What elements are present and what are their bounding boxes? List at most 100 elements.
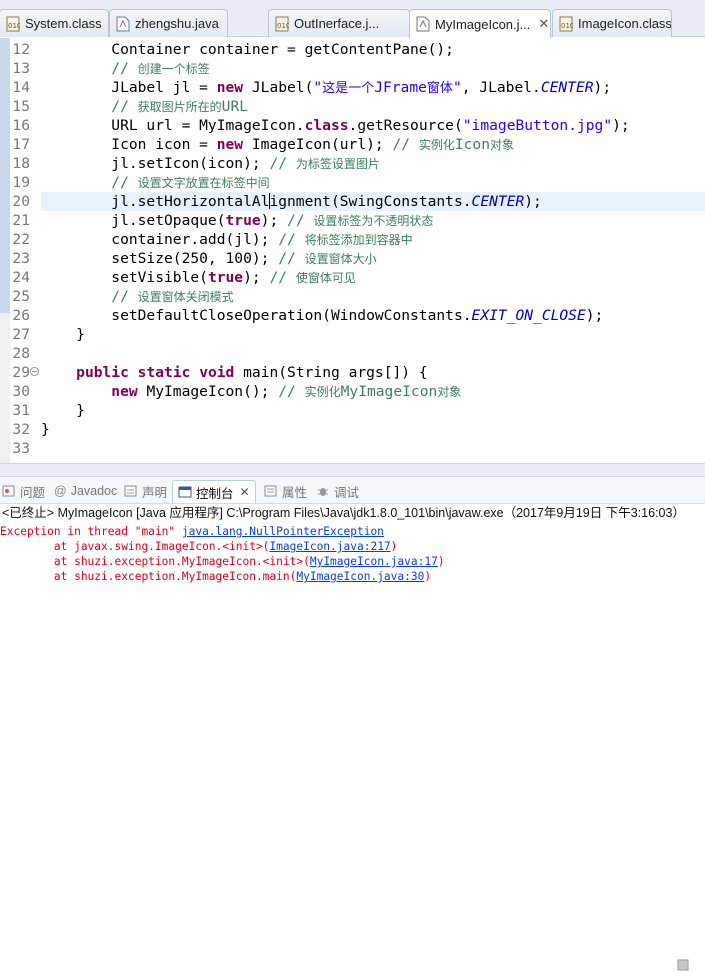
- tab-console[interactable]: 控制台 ✕: [172, 480, 256, 503]
- fold-toggle-icon[interactable]: −: [30, 367, 39, 376]
- error-text: ): [424, 570, 432, 583]
- java-file-icon: [416, 16, 430, 32]
- code-text: jl.setOpaque(true); // 设置标签为不透明状态: [41, 211, 433, 231]
- svg-text:010: 010: [561, 22, 573, 30]
- code-token: , JLabel.: [461, 79, 541, 96]
- panel-tab-bar: 问题 @ Javadoc 声明 控制台 ✕ 属性 调试: [0, 477, 705, 971]
- code-token: new: [111, 383, 138, 400]
- tab-outinerface[interactable]: 010 OutInerface.j...: [268, 9, 410, 37]
- problems-icon: [2, 485, 15, 497]
- java-file-icon: [116, 16, 130, 31]
- tab-label: Javadoc: [70, 484, 118, 498]
- stop-icon[interactable]: [677, 958, 689, 971]
- tab-system-class[interactable]: 010 System.class: [0, 9, 109, 37]
- line-number: 23: [12, 250, 30, 267]
- tab-javadoc[interactable]: @ Javadoc: [54, 481, 117, 501]
- tab-properties[interactable]: 属性: [264, 481, 307, 501]
- stacktrace-link[interactable]: MyImageIcon.java:30: [296, 570, 424, 583]
- close-icon[interactable]: ✕: [240, 485, 250, 499]
- code-token: URL url = MyImageIcon.: [41, 117, 305, 134]
- stacktrace-link[interactable]: MyImageIcon.java:17: [310, 555, 438, 568]
- code-token: //: [278, 383, 305, 400]
- code-token: 设置标签为不透明状态: [313, 214, 434, 228]
- code-token: 对象: [437, 385, 462, 399]
- code-token: ": [313, 79, 323, 96]
- code-token: true: [207, 269, 244, 286]
- tab-label: 声明: [142, 485, 168, 500]
- code-token: MyImageIcon: [340, 383, 438, 400]
- code-token: JFrame: [374, 79, 427, 96]
- line-number: 17: [12, 136, 30, 153]
- code-token: 使窗体可见: [295, 271, 356, 285]
- line-number: 24: [12, 269, 30, 286]
- console-line: at shuzi.exception.MyImageIcon.<init>(My…: [0, 554, 705, 569]
- console-output[interactable]: Exception in thread "main" java.lang.Nul…: [0, 524, 705, 584]
- line-number: 29: [12, 364, 30, 381]
- code-text: jl.setHorizontalAlignment(SwingConstants…: [41, 192, 542, 211]
- line-number: 15: [12, 98, 30, 115]
- declaration-icon: [124, 485, 137, 497]
- line-number: 13: [12, 60, 30, 77]
- debug-icon: [318, 488, 328, 496]
- code-text: setVisible(true); // 使窗体可见: [41, 268, 356, 288]
- code-text: }: [41, 325, 85, 344]
- console-line: at javax.swing.ImageIcon.<init>(ImageIco…: [0, 539, 705, 554]
- code-text: // 设置文字放置在标签中间: [41, 173, 269, 193]
- error-text: Exception in thread "main": [0, 525, 182, 538]
- code-token: );: [585, 307, 604, 324]
- code-token: public: [76, 364, 129, 381]
- code-token: //: [111, 98, 138, 115]
- code-text: JLabel jl = new JLabel("这是一个JFrame窗体", J…: [41, 78, 611, 98]
- line-number: 12: [12, 41, 30, 58]
- code-token: 这是一个: [322, 81, 375, 96]
- line-number: 21: [12, 212, 30, 229]
- code-text: // 创建一个标签: [41, 59, 209, 79]
- tab-label: 调试: [334, 485, 360, 500]
- code-text: // 设置窗体关闭模式: [41, 287, 233, 307]
- line-number: 16: [12, 117, 30, 134]
- error-text: ): [390, 540, 398, 553]
- code-text: }: [41, 420, 50, 439]
- code-token: ": [452, 79, 462, 96]
- tab-label: ImageIcon.class: [578, 16, 672, 31]
- tab-imageicon-class[interactable]: 010 ImageIcon.class: [552, 9, 672, 37]
- code-token: URL: [221, 98, 249, 115]
- class-file-icon: 010: [559, 16, 573, 31]
- code-token: CENTER: [540, 79, 594, 96]
- line-number: 14: [12, 79, 30, 96]
- line-number: 27: [12, 326, 30, 343]
- code-token: //: [278, 231, 305, 248]
- stacktrace-link[interactable]: java.lang.NullPointerException: [182, 525, 384, 538]
- tab-myimageicon-java[interactable]: MyImageIcon.j... ✕: [409, 9, 551, 38]
- line-number: 22: [12, 231, 30, 248]
- code-token: 获取图片所在的: [137, 100, 222, 114]
- close-icon[interactable]: ✕: [538, 16, 549, 32]
- code-token: );: [612, 117, 630, 134]
- class-file-icon: 010: [6, 16, 20, 31]
- overview-ruler: [0, 38, 10, 463]
- line-number: 20: [12, 193, 30, 210]
- code-token: //: [111, 288, 138, 305]
- panel-divider[interactable]: [0, 463, 705, 477]
- stacktrace-link[interactable]: ImageIcon.java:217: [269, 540, 390, 553]
- error-text: at shuzi.exception.MyImageIcon.main(: [0, 570, 297, 583]
- tab-label: 问题: [20, 485, 46, 500]
- code-token: true: [225, 212, 261, 229]
- console-icon: [178, 486, 192, 498]
- tab-zhengshu-java[interactable]: zhengshu.java: [109, 9, 228, 37]
- tab-debug[interactable]: 调试: [316, 481, 359, 501]
- tab-declaration[interactable]: 声明: [124, 481, 167, 501]
- code-token: jl.setOpaque(: [41, 212, 226, 229]
- code-token: static: [137, 364, 191, 381]
- code-token: 窗体: [426, 81, 453, 96]
- tab-problems[interactable]: 问题: [2, 481, 45, 501]
- code-token: );: [260, 212, 288, 229]
- error-text: ): [437, 555, 445, 568]
- code-editor[interactable]: 12 Container container = getContentPane(…: [0, 38, 705, 463]
- code-token: );: [524, 193, 542, 210]
- line-number: 33: [12, 440, 30, 457]
- code-token: EXIT_ON_CLOSE: [471, 307, 586, 324]
- editor-tab-bar: 010 System.class zhengshu.java 010 OutIn…: [0, 0, 705, 38]
